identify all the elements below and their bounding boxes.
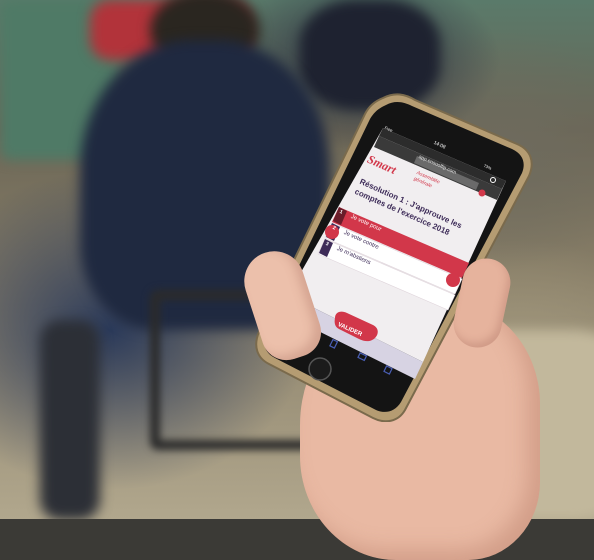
- home-button[interactable]: [308, 357, 332, 381]
- blurred-leg: [40, 320, 100, 519]
- settings-gear-icon[interactable]: [478, 189, 486, 197]
- next-arrow-button[interactable]: [446, 273, 460, 287]
- smartphone: [255, 93, 533, 422]
